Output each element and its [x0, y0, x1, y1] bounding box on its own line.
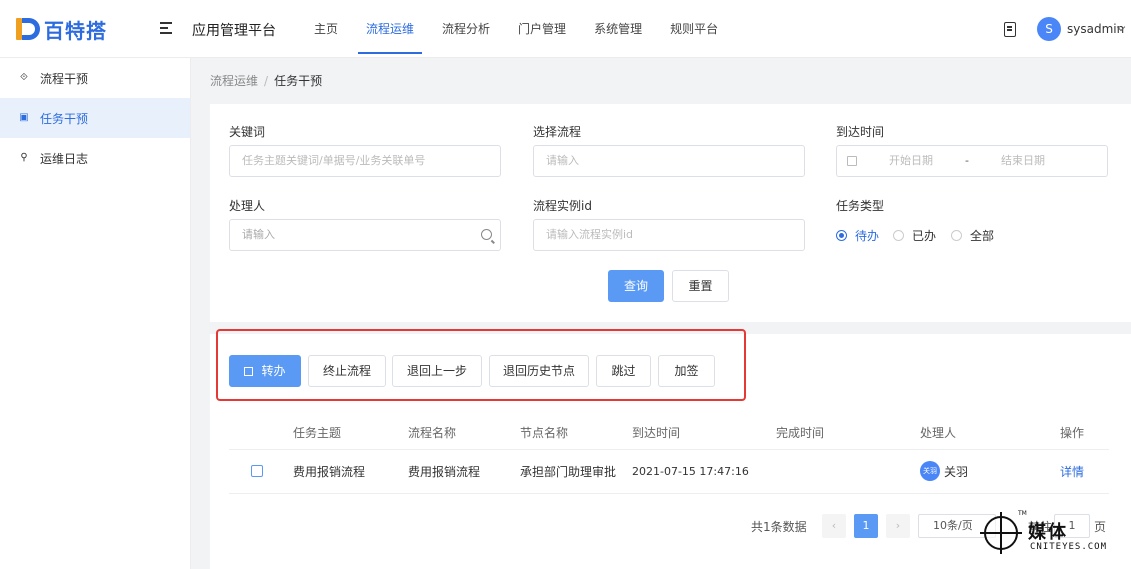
watermark-tm: TM [1018, 510, 1027, 517]
sidebar-item-task-intervention[interactable]: ▣ 任务干预 [0, 98, 190, 138]
filter-panel [210, 104, 1131, 322]
handler-placeholder: 请输入 [242, 228, 275, 241]
avatar[interactable]: S [1037, 17, 1061, 41]
app-title: 应用管理平台 [192, 23, 276, 39]
sidebar: ⟐ 流程干预 ▣ 任务干预 ⚲ 运维日志 [0, 58, 191, 569]
handler-avatar: 关羽 [920, 461, 940, 481]
cell-subject: 费用报销流程 [293, 465, 366, 479]
task-icon: ▣ [19, 112, 29, 123]
col-completion-time: 完成时间 [776, 426, 825, 440]
search-button[interactable]: 查询 [608, 270, 664, 302]
calendar-icon [847, 156, 857, 166]
col-arrival-time: 到达时间 [632, 426, 681, 440]
nav-process-ops[interactable]: 流程运维 [352, 0, 428, 58]
row-checkbox[interactable] [251, 465, 263, 477]
detail-link[interactable]: 详情 [1060, 463, 1084, 480]
process-label: 选择流程 [533, 125, 582, 139]
logo-text: 百特搭 [44, 18, 107, 43]
next-page-button[interactable]: › [886, 514, 910, 538]
keyword-input[interactable]: 任务主题关键词/单据号/业务关联单号 [229, 145, 501, 177]
document-icon[interactable] [1004, 22, 1016, 37]
col-node-name: 节点名称 [520, 426, 569, 440]
start-date[interactable]: 开始日期 [889, 146, 933, 176]
watermark-sub: CNITEYES.COM [1030, 542, 1108, 552]
action-highlight-box [216, 329, 746, 401]
watermark-brand: 媒体 [1028, 522, 1068, 543]
menu-toggle-icon[interactable] [160, 22, 174, 36]
top-bar: 百特搭 应用管理平台 主页 流程运维 流程分析 门户管理 系统管理 规则平台 S… [0, 0, 1131, 58]
instance-id-label: 流程实例id [533, 199, 592, 213]
logo-icon [16, 16, 42, 42]
handler-input[interactable]: 请输入 [229, 219, 501, 251]
reset-button[interactable]: 重置 [672, 270, 729, 302]
task-type-label: 任务类型 [836, 199, 885, 213]
nav-portal[interactable]: 门户管理 [504, 0, 580, 58]
cell-arrival-time: 2021-07-15 17:47:16 [632, 465, 749, 478]
wrench-icon: ⚲ [20, 152, 28, 163]
watermark-logo: TM 媒体 CNITEYES.COM [980, 508, 1130, 568]
cell-handler: 关羽 [944, 465, 969, 479]
top-nav: 主页 流程运维 流程分析 门户管理 系统管理 规则平台 [300, 0, 732, 58]
username[interactable]: sysadmin [1067, 22, 1124, 36]
breadcrumb-current: 任务干预 [274, 74, 323, 88]
table-row-divider [229, 493, 1109, 494]
sidebar-item-ops-log[interactable]: ⚲ 运维日志 [0, 138, 190, 178]
radio-dot [951, 230, 962, 241]
handler-label: 处理人 [229, 199, 266, 213]
date-range-picker[interactable]: 开始日期 - 结束日期 [836, 145, 1108, 177]
sidebar-item-label: 流程干预 [40, 71, 89, 86]
sidebar-item-label: 任务干预 [40, 111, 89, 126]
date-separator: - [965, 154, 969, 167]
end-date[interactable]: 结束日期 [1001, 146, 1045, 176]
process-select[interactable]: 请输入 [533, 145, 805, 177]
cell-node-name: 承担部门助理审批 [520, 465, 617, 479]
col-process-name: 流程名称 [408, 426, 457, 440]
sidebar-item-process-intervention[interactable]: ⟐ 流程干预 [0, 58, 190, 98]
table-header-divider [229, 449, 1109, 450]
search-icon[interactable] [481, 229, 492, 240]
keyword-label: 关键词 [229, 125, 266, 139]
process-icon: ⟐ [20, 72, 28, 83]
col-handler: 处理人 [920, 426, 957, 440]
instance-id-input[interactable]: 请输入流程实例id [533, 219, 805, 251]
logo[interactable]: 百特搭 [16, 15, 107, 43]
radio-pending[interactable]: 待办 [836, 227, 879, 244]
total-count: 共1条数据 [751, 520, 807, 534]
col-action: 操作 [1060, 426, 1085, 440]
breadcrumb-parent[interactable]: 流程运维 [210, 74, 258, 88]
radio-dot [836, 230, 847, 241]
nav-system[interactable]: 系统管理 [580, 0, 656, 58]
page-button-1[interactable]: 1 [854, 514, 878, 538]
sidebar-item-label: 运维日志 [40, 151, 89, 166]
nav-rules[interactable]: 规则平台 [656, 0, 732, 58]
nav-process-analysis[interactable]: 流程分析 [428, 0, 504, 58]
col-subject: 任务主题 [293, 426, 342, 440]
breadcrumb: 流程运维 / 任务干预 [210, 74, 323, 88]
arrival-time-label: 到达时间 [836, 125, 885, 139]
radio-dot [893, 230, 904, 241]
nav-home[interactable]: 主页 [300, 0, 352, 58]
radio-all[interactable]: 全部 [951, 227, 994, 244]
radio-done[interactable]: 已办 [893, 227, 936, 244]
cell-process-name: 费用报销流程 [408, 465, 481, 479]
prev-page-button[interactable]: ‹ [822, 514, 846, 538]
